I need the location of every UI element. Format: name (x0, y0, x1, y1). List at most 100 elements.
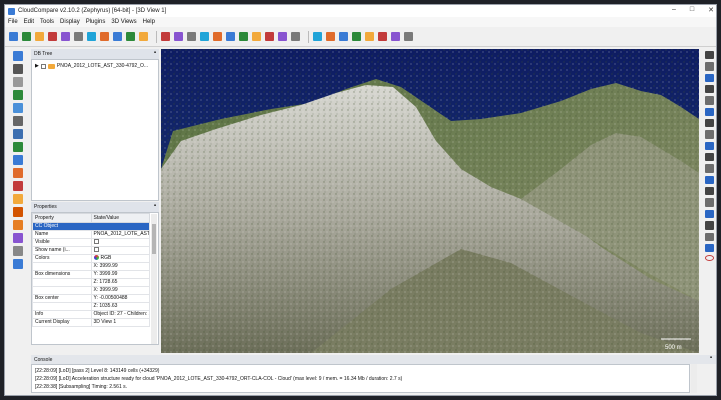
console-scrollbar[interactable] (691, 364, 697, 393)
menu-edit[interactable]: Edit (24, 19, 34, 25)
compare-icon[interactable] (265, 32, 274, 41)
sort-icon[interactable] (352, 32, 361, 41)
menu-tools[interactable]: Tools (40, 19, 54, 25)
view-back-icon[interactable] (704, 187, 714, 196)
properties-header: Properties ▪ (31, 202, 159, 212)
histogram-icon[interactable] (213, 32, 222, 41)
globe-icon[interactable] (704, 141, 714, 151)
scrollbar-thumb[interactable] (152, 224, 156, 254)
expand-arrow-icon[interactable]: ▶ (35, 63, 39, 69)
box-icon[interactable] (13, 246, 23, 256)
gradient-icon[interactable] (365, 32, 374, 41)
merge-icon[interactable] (48, 32, 57, 41)
cube-icon[interactable] (13, 207, 23, 217)
eye-icon[interactable] (704, 62, 714, 71)
property-key: Current Display (32, 318, 92, 327)
grid-icon[interactable] (704, 73, 714, 83)
property-value[interactable] (90, 238, 150, 247)
property-value: RGB (90, 254, 150, 263)
close-button[interactable]: ✕ (708, 6, 714, 14)
view-front-icon[interactable] (704, 175, 714, 185)
view-left-icon[interactable] (704, 198, 714, 207)
move-icon[interactable] (13, 142, 23, 152)
dock-close-icon[interactable]: ▪ (154, 203, 156, 209)
zoom-icon[interactable] (13, 155, 23, 165)
dock-close-icon[interactable]: ▪ (154, 50, 156, 56)
ellipse-icon[interactable] (704, 255, 714, 261)
settings-icon[interactable] (704, 107, 714, 117)
layers-icon[interactable] (13, 233, 23, 243)
normals-icon[interactable] (74, 32, 83, 41)
distance-icon[interactable] (187, 32, 196, 41)
sphere-icon[interactable] (326, 32, 335, 41)
tree-item[interactable]: ▶ PNOA_2012_LOTE_AST_330-4792_O... (35, 63, 148, 69)
clone-icon[interactable] (35, 32, 44, 41)
align-icon[interactable] (13, 103, 23, 113)
display-icon[interactable] (13, 51, 23, 61)
level-icon[interactable] (13, 129, 23, 139)
globe-icon[interactable] (339, 32, 348, 41)
layers-icon[interactable] (704, 130, 714, 139)
sample-icon[interactable] (87, 32, 96, 41)
orange-icon[interactable] (13, 194, 23, 204)
menu-file[interactable]: File (8, 19, 18, 25)
bubble-icon[interactable] (13, 77, 23, 87)
console-line: [22:28:38] [Subsampling] Timing: 2.561 s… (35, 384, 127, 390)
menu-display[interactable]: Display (60, 19, 80, 25)
color-icon[interactable] (313, 32, 322, 41)
filter-icon[interactable] (226, 32, 235, 41)
menu-help[interactable]: Help (143, 19, 155, 25)
save-icon[interactable] (22, 32, 31, 41)
screen-icon[interactable] (391, 32, 400, 41)
property-value[interactable] (90, 246, 150, 255)
db-tree-header: DB Tree ▪ (31, 49, 159, 59)
dock-close-icon[interactable]: ▪ (710, 355, 712, 361)
open-icon[interactable] (9, 32, 18, 41)
maximize-button[interactable]: □ (690, 6, 694, 14)
sf-icon[interactable] (378, 32, 387, 41)
iso-icon[interactable] (704, 243, 714, 253)
search-icon[interactable] (704, 164, 714, 173)
minimize-button[interactable]: – (672, 6, 676, 14)
delete-icon[interactable] (61, 32, 70, 41)
view-right-icon[interactable] (704, 209, 714, 219)
filter-icon[interactable] (13, 168, 23, 178)
render-icon[interactable] (291, 32, 300, 41)
main-toolbar (5, 27, 716, 47)
plus-icon[interactable] (239, 32, 248, 41)
align-icon[interactable] (126, 32, 135, 41)
property-checkbox[interactable] (93, 239, 99, 245)
subsample-icon[interactable] (139, 32, 148, 41)
layout-icon[interactable] (404, 32, 413, 41)
console-line: [22:28:09] [LoD] [pass 2] Level 8: 14314… (35, 368, 160, 374)
property-checkbox[interactable] (93, 247, 99, 253)
brush-icon[interactable] (704, 96, 714, 105)
camera-icon[interactable] (13, 64, 23, 74)
scale-icon[interactable] (704, 119, 714, 128)
3d-view[interactable]: 500 m (161, 49, 699, 353)
rocket-icon[interactable] (704, 85, 714, 94)
view-bottom-icon[interactable] (704, 232, 714, 241)
menu-3d-views[interactable]: 3D Views (111, 19, 136, 25)
plus-icon[interactable] (13, 90, 23, 100)
dots-icon[interactable] (13, 259, 23, 269)
segment-icon[interactable] (100, 32, 109, 41)
minus-icon[interactable] (252, 32, 261, 41)
view-top-icon[interactable] (704, 221, 714, 230)
power-icon[interactable] (704, 51, 714, 60)
scalar-field-icon[interactable] (200, 32, 209, 41)
visibility-checkbox[interactable] (40, 63, 46, 69)
noise-icon[interactable] (174, 32, 183, 41)
properties-scrollbar[interactable] (151, 214, 157, 344)
property-value-text: Object ID: 27 - Children: 1 (93, 311, 150, 318)
menu-plugins[interactable]: Plugins (86, 19, 106, 25)
arrow-icon[interactable] (704, 153, 714, 162)
translate-icon[interactable] (113, 32, 122, 41)
section-row: CC Object (32, 222, 150, 231)
property-value-text: PNOA_2012_LOTE_AST_330... (93, 231, 150, 238)
sor-icon[interactable] (161, 32, 170, 41)
rotate-icon[interactable] (13, 116, 23, 126)
camera-icon[interactable] (278, 32, 287, 41)
cube-icon[interactable] (13, 220, 23, 230)
split-icon[interactable] (13, 181, 23, 191)
